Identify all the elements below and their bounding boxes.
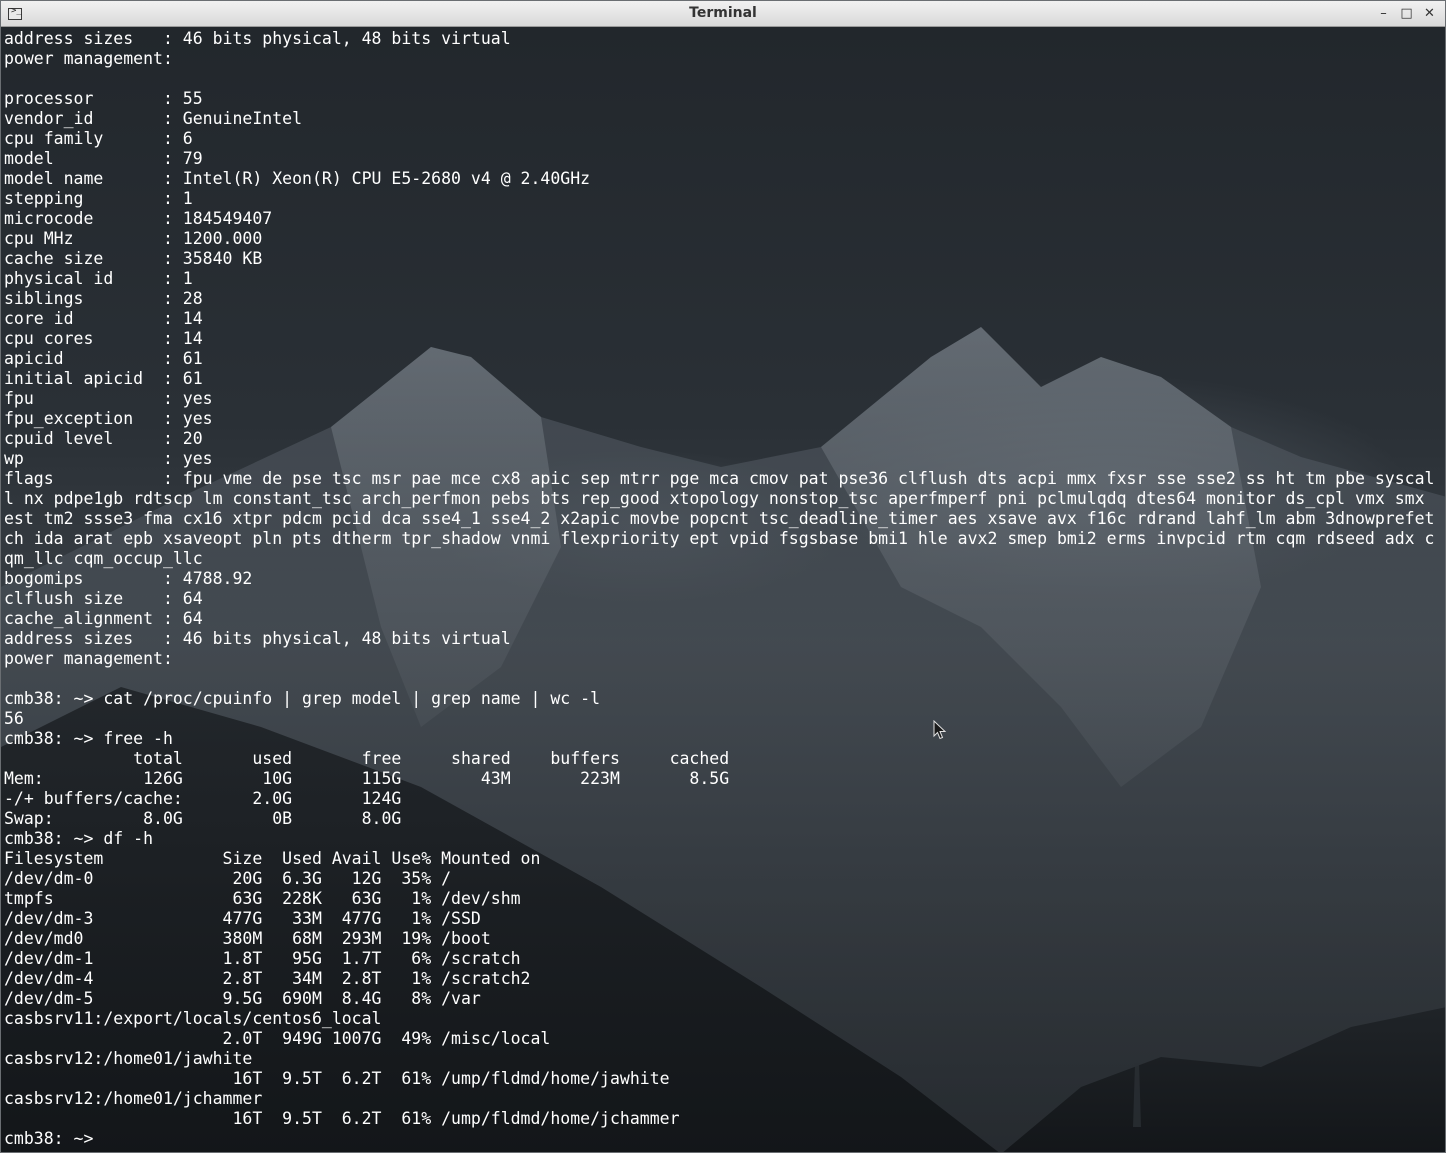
- terminal-line: /dev/dm-4 2.8T 34M 2.8T 1% /scratch2: [4, 969, 531, 988]
- terminal-line: ch ida arat epb xsaveopt pln pts dtherm …: [4, 529, 1435, 548]
- maximize-button[interactable]: □: [1397, 4, 1416, 23]
- terminal-line: microcode : 184549407: [4, 209, 273, 228]
- terminal-line: flags : fpu vme de pse tsc msr pae mce c…: [4, 469, 1435, 488]
- terminal-line: 2.0T 949G 1007G 49% /misc/local: [4, 1029, 551, 1048]
- terminal-line: -/+ buffers/cache: 2.0G 124G: [4, 789, 402, 808]
- terminal-line: cmb38: ~>: [4, 1129, 104, 1148]
- terminal-line: power management:: [4, 49, 173, 68]
- terminal-line: bogomips : 4788.92: [4, 569, 253, 588]
- minimize-button[interactable]: –: [1374, 4, 1393, 23]
- terminal-line: cpu MHz : 1200.000: [4, 229, 263, 248]
- terminal-line: clflush size : 64: [4, 589, 203, 608]
- terminal-line: cmb38: ~> df -h: [4, 829, 154, 848]
- terminal-line: cache_alignment : 64: [4, 609, 203, 628]
- terminal-line: core id : 14: [4, 309, 203, 328]
- terminal-area[interactable]: address sizes : 46 bits physical, 48 bit…: [1, 27, 1445, 1152]
- terminal-line: casbsrv12:/home01/jchammer: [4, 1089, 263, 1108]
- terminal-line: wp : yes: [4, 449, 213, 468]
- terminal-line: est tm2 ssse3 fma cx16 xtpr pdcm pcid dc…: [4, 509, 1435, 528]
- terminal-line: qm_llc cqm_occup_llc: [4, 549, 203, 568]
- terminal-output[interactable]: address sizes : 46 bits physical, 48 bit…: [4, 29, 1434, 1152]
- window-title: Terminal: [689, 5, 757, 21]
- terminal-line: physical id : 1: [4, 269, 193, 288]
- terminal-line: vendor_id : GenuineIntel: [4, 109, 303, 128]
- terminal-line: apicid : 61: [4, 349, 203, 368]
- terminal-line: cpu cores : 14: [4, 329, 203, 348]
- terminal-line: /dev/md0 380M 68M 293M 19% /boot: [4, 929, 491, 948]
- mouse-pointer-icon: [933, 720, 947, 740]
- terminal-line: /dev/dm-0 20G 6.3G 12G 35% /: [4, 869, 452, 888]
- title-bar[interactable]: >_ Terminal – □ ✕: [1, 1, 1445, 27]
- terminal-line: /dev/dm-1 1.8T 95G 1.7T 6% /scratch: [4, 949, 521, 968]
- terminal-line: fpu_exception : yes: [4, 409, 213, 428]
- terminal-line: cpuid level : 20: [4, 429, 203, 448]
- terminal-line: tmpfs 63G 228K 63G 1% /dev/shm: [4, 889, 521, 908]
- terminal-line: model : 79: [4, 149, 203, 168]
- terminal-line: processor : 55: [4, 89, 203, 108]
- terminal-line: fpu : yes: [4, 389, 213, 408]
- terminal-line: model name : Intel(R) Xeon(R) CPU E5-268…: [4, 169, 591, 188]
- terminal-line: cache size : 35840 KB: [4, 249, 263, 268]
- terminal-line: initial apicid : 61: [4, 369, 203, 388]
- terminal-line: stepping : 1: [4, 189, 193, 208]
- shell-prompt[interactable]: [4, 1149, 1434, 1152]
- terminal-line: total used free shared buffers cached: [4, 749, 730, 768]
- terminal-line: 56: [4, 709, 24, 728]
- terminal-line: l nx pdpe1gb rdtscp lm constant_tsc arch…: [4, 489, 1425, 508]
- terminal-line: /dev/dm-3 477G 33M 477G 1% /SSD: [4, 909, 481, 928]
- terminal-window: >_ Terminal – □ ✕ address sizes: 46 bit…: [0, 0, 1446, 1153]
- terminal-line: address sizes : 46 bits physical, 48 bit…: [4, 629, 511, 648]
- terminal-line: Mem: 126G 10G 115G 43M 223M 8.5G: [4, 769, 730, 788]
- terminal-line: casbsrv11:/export/locals/centos6_local: [4, 1009, 382, 1028]
- window-controls: – □ ✕: [1374, 4, 1439, 23]
- terminal-line: /dev/dm-5 9.5G 690M 8.4G 8% /var: [4, 989, 481, 1008]
- terminal-line: casbsrv12:/home01/jawhite: [4, 1049, 253, 1068]
- close-button[interactable]: ✕: [1420, 4, 1439, 23]
- terminal-line: cmb38: ~> cat /proc/cpuinfo | grep model…: [4, 689, 601, 708]
- terminal-line: siblings : 28: [4, 289, 203, 308]
- terminal-line: address sizes : 46 bits physical, 48 bit…: [4, 29, 511, 48]
- terminal-line: power management:: [4, 649, 173, 668]
- terminal-line: cpu family : 6: [4, 129, 193, 148]
- terminal-line: Filesystem Size Used Avail Use% Mounted …: [4, 849, 541, 868]
- terminal-line: cmb38: ~> free -h: [4, 729, 173, 748]
- terminal-line: Swap: 8.0G 0B 8.0G: [4, 809, 402, 828]
- terminal-line: 16T 9.5T 6.2T 61% /ump/fldmd/home/jawhit…: [4, 1069, 670, 1088]
- terminal-line: 16T 9.5T 6.2T 61% /ump/fldmd/home/jchamm…: [4, 1109, 680, 1128]
